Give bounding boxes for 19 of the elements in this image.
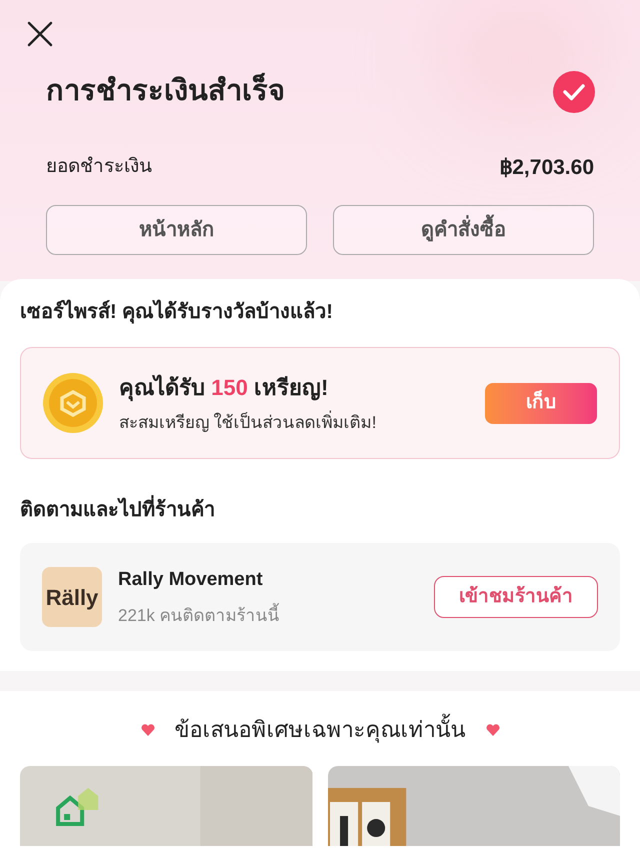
nav-button[interactable]: ดูคำสั่งซื้อ [333, 205, 594, 255]
reward-title: คุณได้รับ 150 เหรียญ! [119, 374, 330, 404]
page-title: การชำระเงินสำเร็จ [46, 70, 285, 114]
heart-icon [486, 724, 500, 736]
heart-icon [140, 724, 154, 736]
amount-value: ฿2,703.60 [499, 154, 594, 180]
offers-heading: ข้อเสนอพิเศษเฉพาะคุณเท่านั้น [174, 713, 466, 746]
visit-store-button[interactable]: เข้าชมร้านค้า [434, 576, 598, 618]
check-icon [553, 70, 595, 113]
follow-heading: ติดตามและไปที่ร้านค้า [20, 495, 620, 525]
coin-icon [43, 373, 103, 433]
follower-count: 221k คนติดตามร้านนี้ [118, 602, 434, 628]
nav-button[interactable]: หน้าหลัก [46, 205, 307, 255]
reward-heading: เซอร์ไพรส์! คุณได้รับรางวัลบ้างแล้ว! [20, 298, 334, 326]
amount-label: ยอดชำระเงิน [46, 155, 152, 179]
reward-subtitle: สะสมเหรียญ ใช้เป็นส่วนลดเพิ่มเติม! [119, 410, 378, 434]
close-icon[interactable] [26, 20, 54, 48]
store-logo: Rälly [42, 567, 102, 627]
store-name: Rally Movement [118, 568, 264, 592]
